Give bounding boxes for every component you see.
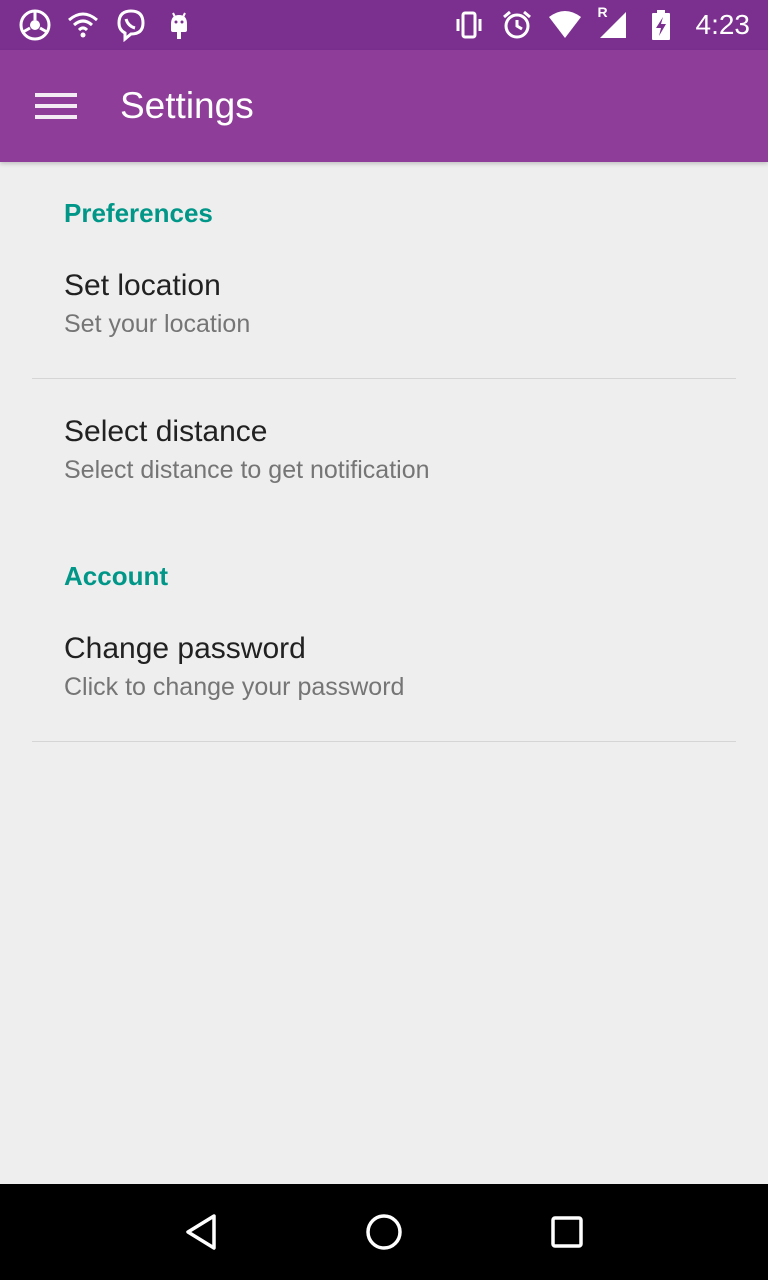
pref-title: Set location [64,269,221,302]
status-bar: R 4:23 [0,0,768,50]
home-button[interactable] [356,1204,412,1260]
pref-summary: Set your location [64,310,251,338]
pref-title: Change password [64,632,306,665]
android-icon [162,8,196,42]
pref-item-change-password[interactable]: Change password Click to change your pas… [0,631,768,741]
pref-title: Select distance [64,415,268,448]
pref-summary: Select distance to get notification [64,456,430,484]
app-bar: Settings [0,50,768,162]
hamburger-menu-icon [35,93,77,119]
section-header-account: Account [64,561,168,591]
viber-icon [114,8,148,42]
app-circle-icon [18,8,52,42]
cell-signal-icon: R [596,4,630,42]
vibrate-icon [452,8,486,42]
navigation-bar [0,1184,768,1280]
wifi-signal-icon [548,8,582,42]
menu-button[interactable] [35,85,77,127]
battery-charging-icon [644,8,678,42]
status-right-icons: R 4:23 [452,4,751,42]
pref-item-select-distance[interactable]: Select distance Select distance to get n… [0,414,768,524]
pref-item-set-location[interactable]: Set location Set your location [0,268,768,378]
wifi-icon [66,8,100,42]
divider [32,741,736,742]
section-header-preferences: Preferences [64,198,213,228]
recents-icon [550,1216,583,1248]
back-button[interactable] [173,1204,229,1260]
back-icon [186,1214,217,1250]
pref-summary: Click to change your password [64,673,405,701]
recents-button[interactable] [539,1204,595,1260]
home-icon [366,1214,402,1250]
status-time: 4:23 [695,9,751,40]
roaming-indicator: R [597,4,608,20]
page-title: Settings [120,85,254,126]
settings-list: Preferences Set location Set your locati… [0,162,768,1184]
divider [32,378,736,379]
alarm-icon [500,8,534,42]
status-left-icons [18,8,196,42]
